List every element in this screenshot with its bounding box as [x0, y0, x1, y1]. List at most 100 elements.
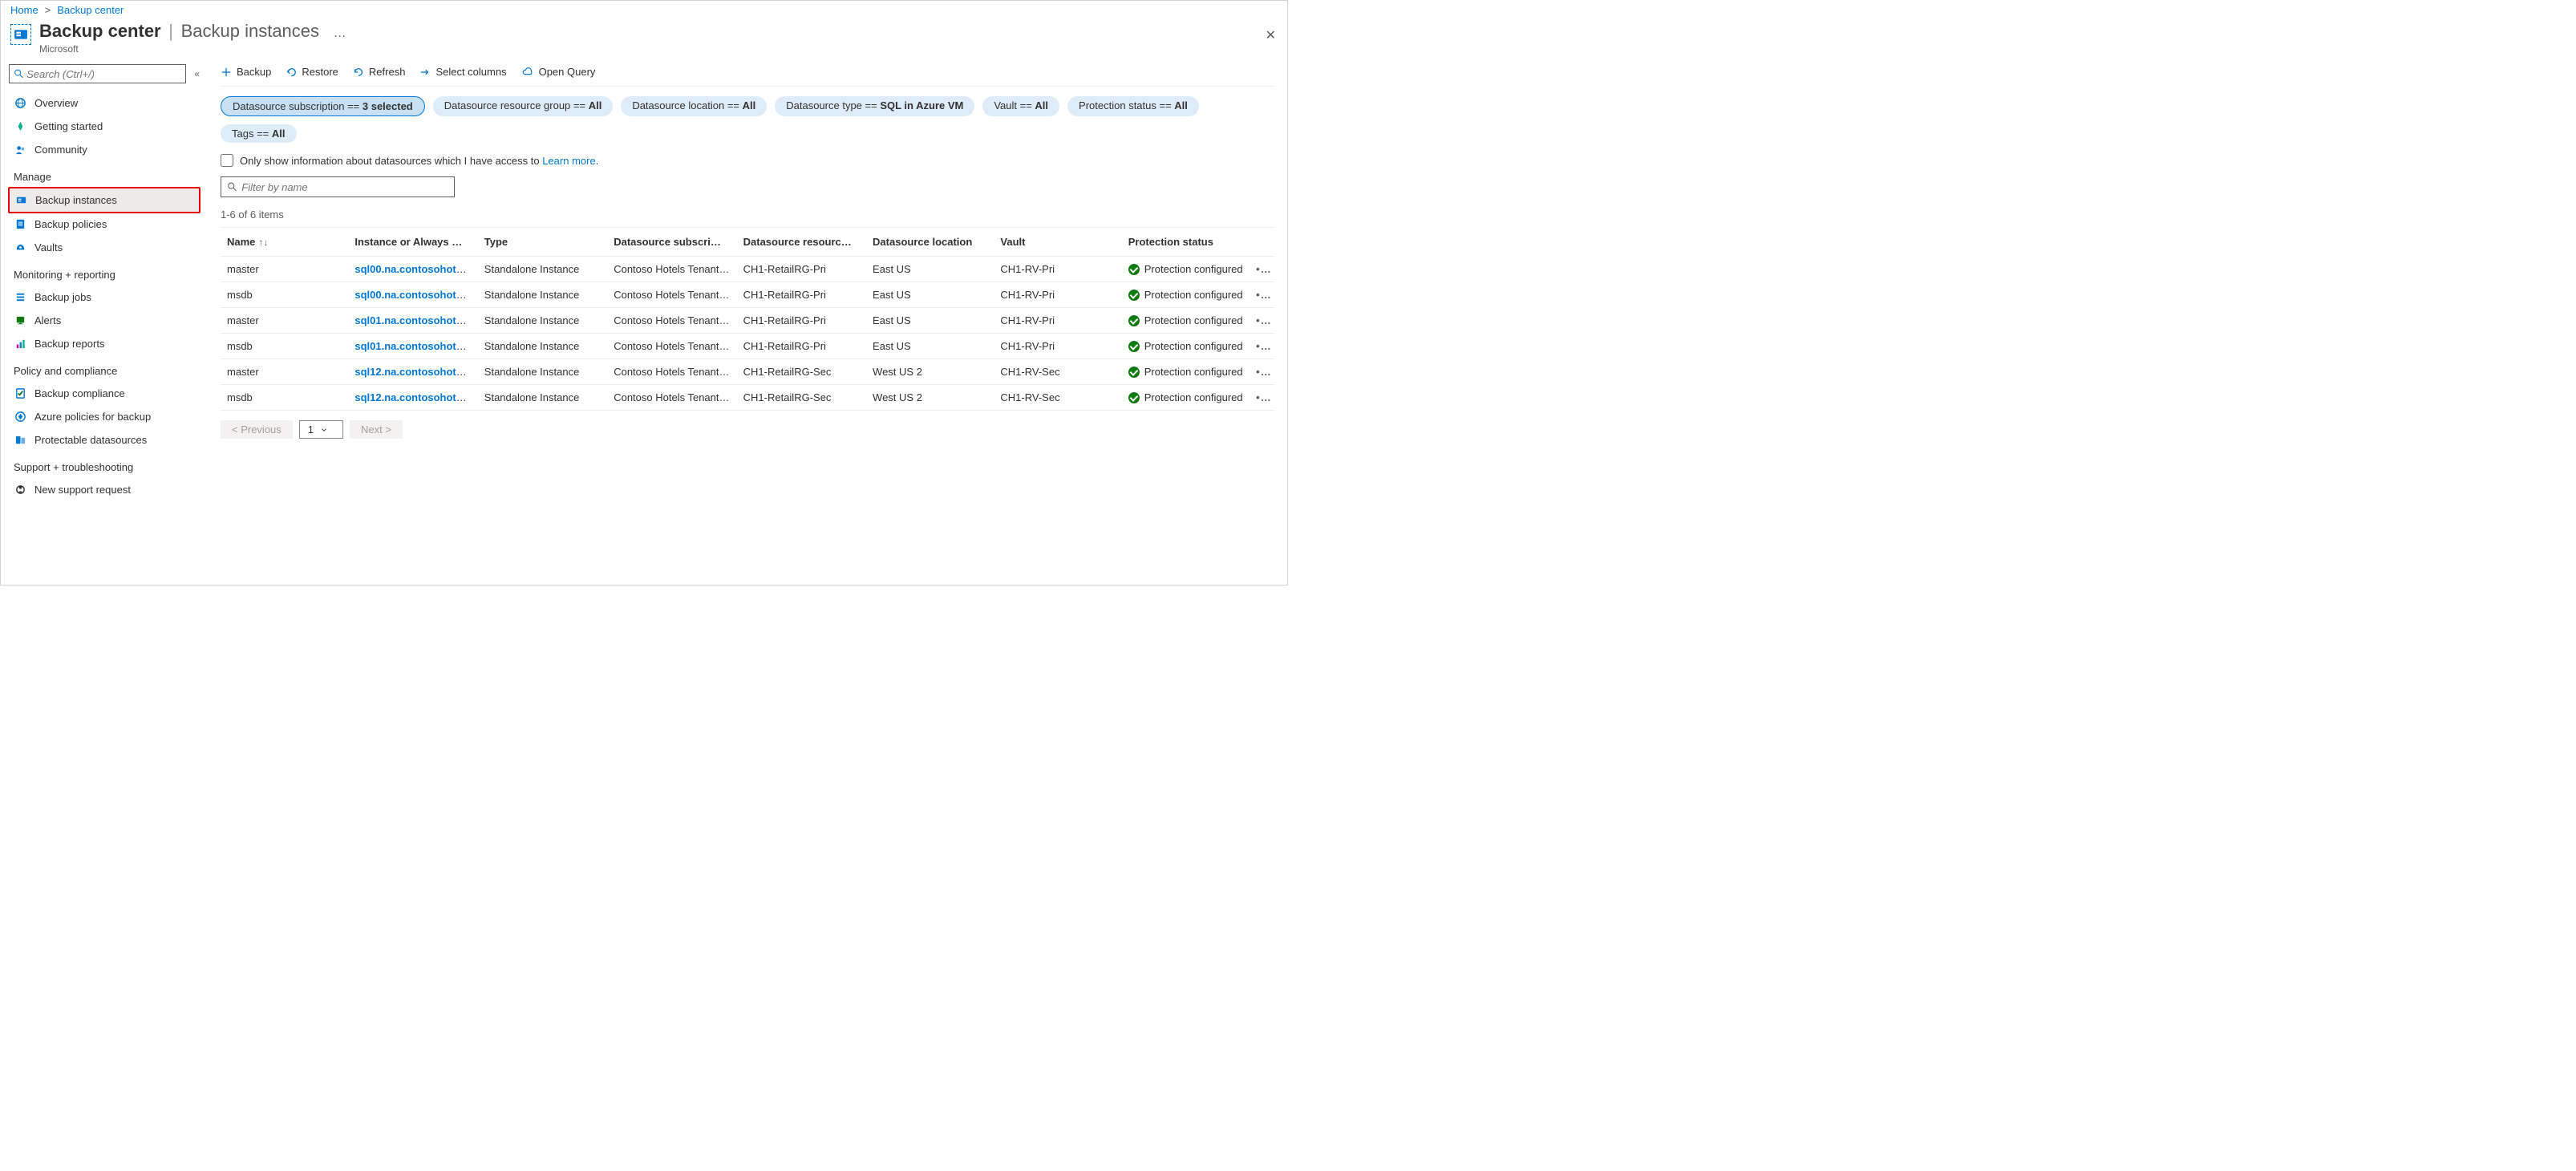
instance-link[interactable]: sql00.na.contosohotels… — [354, 289, 477, 301]
name-filter-input[interactable] — [241, 181, 448, 193]
col-header[interactable]: Datasource resourc… — [737, 228, 866, 257]
sidebar-search-input[interactable] — [26, 68, 180, 80]
table-row[interactable]: mastersql01.na.contosohotels…Standalone … — [221, 308, 1274, 334]
instance-link[interactable]: sql12.na.contosohotels… — [354, 366, 477, 378]
filter-pill[interactable]: Protection status == All — [1067, 96, 1199, 116]
cell-status: Protection configured — [1122, 308, 1250, 334]
nav-item-overview[interactable]: Overview — [9, 91, 200, 115]
success-icon — [1128, 367, 1140, 378]
col-header[interactable]: Instance or Always … — [348, 228, 477, 257]
col-header[interactable]: Protection status — [1122, 228, 1250, 257]
nav-item-vaults[interactable]: Vaults — [9, 236, 200, 259]
cell-rg: CH1-RetailRG-Pri — [737, 308, 866, 334]
cell-status: Protection configured — [1122, 334, 1250, 359]
nav-item-backup-reports[interactable]: Backup reports — [9, 332, 200, 355]
filter-pill[interactable]: Datasource subscription == 3 selected — [221, 96, 425, 116]
row-menu[interactable]: ••• — [1250, 308, 1274, 334]
search-icon — [228, 182, 237, 192]
columns-button[interactable]: Select columns — [419, 66, 506, 78]
nav-item-backup-policies[interactable]: Backup policies — [9, 213, 200, 236]
cell-type: Standalone Instance — [478, 334, 607, 359]
success-icon — [1128, 392, 1140, 403]
sidebar-collapse[interactable]: « — [194, 68, 200, 79]
sidebar-search[interactable] — [9, 64, 186, 83]
instance-link[interactable]: sql12.na.contosohotels… — [354, 391, 477, 403]
refresh-button[interactable]: Refresh — [353, 66, 406, 78]
cell-sub: Contoso Hotels Tenant -… — [607, 385, 736, 411]
backup-label: Backup — [237, 66, 271, 78]
nav-item-new-support-request[interactable]: New support request — [9, 478, 200, 501]
nav-label: Protectable datasources — [34, 434, 147, 446]
row-menu[interactable]: ••• — [1250, 257, 1274, 282]
table-row[interactable]: msdb sql01.na.contosohotels…Standalone In… — [221, 334, 1274, 359]
nav-item-backup-instances[interactable]: Backup instances — [8, 187, 200, 213]
cell-vault: CH1-RV-Pri — [994, 257, 1121, 282]
name-filter[interactable] — [221, 176, 455, 197]
filters: Datasource subscription == 3 selected Dat… — [221, 87, 1274, 149]
col-header[interactable]: Name↑↓ — [221, 228, 348, 257]
next-button[interactable]: Next > — [350, 420, 403, 439]
nav-item-protectable-datasources[interactable]: Protectable datasources — [9, 428, 200, 452]
page-number: 1 — [308, 423, 314, 436]
cell-instance: sql01.na.contosohotels… — [348, 334, 477, 359]
cell-sub: Contoso Hotels Tenant -… — [607, 257, 736, 282]
col-header[interactable]: Type — [478, 228, 607, 257]
row-menu[interactable]: ••• — [1250, 282, 1274, 308]
protectable-icon — [14, 434, 26, 446]
breadcrumb-home[interactable]: Home — [10, 4, 38, 16]
filter-pill[interactable]: Datasource resource group == All — [433, 96, 614, 116]
learn-more-link[interactable]: Learn more — [542, 155, 595, 167]
table-row[interactable]: msdbsql12.na.contosohotels…Standalone In… — [221, 385, 1274, 411]
cell-rg: CH1-RetailRG-Pri — [737, 257, 866, 282]
cell-loc: West US 2 — [866, 385, 994, 411]
cell-name: msdb — [221, 334, 348, 359]
nav-item-backup-jobs[interactable]: Backup jobs — [9, 286, 200, 309]
cell-vault: CH1-RV-Sec — [994, 359, 1121, 385]
query-button[interactable]: Open Query — [521, 66, 596, 78]
globe-icon — [14, 97, 26, 109]
breadcrumb-current[interactable]: Backup center — [57, 4, 124, 16]
instance-icon — [14, 194, 27, 206]
cell-instance: sql00.na.contosohotels… — [348, 257, 477, 282]
cell-name: master — [221, 359, 348, 385]
page-select[interactable]: 1 — [299, 420, 343, 439]
page-subtitle: Backup instances — [181, 21, 319, 41]
row-menu[interactable]: ••• — [1250, 359, 1274, 385]
cell-name: master — [221, 308, 348, 334]
instance-link[interactable]: sql00.na.contosohotels… — [354, 263, 477, 275]
cell-type: Standalone Instance — [478, 282, 607, 308]
breadcrumb-sep: > — [45, 4, 51, 16]
filter-pill[interactable]: Tags == All — [221, 124, 297, 143]
success-icon — [1128, 315, 1140, 326]
restore-label: Restore — [302, 66, 338, 78]
nav-item-backup-compliance[interactable]: Backup compliance — [9, 382, 200, 405]
instance-link[interactable]: sql01.na.contosohotels… — [354, 314, 477, 326]
col-header[interactable]: Datasource subscri… — [607, 228, 736, 257]
restore-button[interactable]: Restore — [286, 66, 338, 78]
access-checkbox[interactable] — [221, 154, 233, 167]
instance-link[interactable]: sql01.na.contosohotels… — [354, 340, 477, 352]
access-label: Only show information about datasources … — [240, 155, 598, 167]
col-header[interactable]: Vault — [994, 228, 1121, 257]
table-row[interactable]: msdbsql00.na.contosohotels…Standalone In… — [221, 282, 1274, 308]
row-menu[interactable]: ••• — [1250, 334, 1274, 359]
nav-item-community[interactable]: Community — [9, 138, 200, 161]
filter-pill[interactable]: Datasource type == SQL in Azure VM — [775, 96, 974, 116]
close-button[interactable]: ✕ — [1266, 27, 1276, 43]
cell-status: Protection configured — [1122, 385, 1250, 411]
backup-button[interactable]: Backup — [221, 66, 271, 78]
row-menu[interactable]: ••• — [1250, 385, 1274, 411]
filter-pill[interactable]: Datasource location == All — [621, 96, 767, 116]
prev-button[interactable]: < Previous — [221, 420, 293, 439]
nav-item-alerts[interactable]: Alerts — [9, 309, 200, 332]
nav-group-support: Support + troubleshooting — [9, 452, 200, 478]
table-row[interactable]: mastersql00.na.contosohotels…Standalone … — [221, 257, 1274, 282]
success-icon — [1128, 264, 1140, 275]
nav-item-getting-started[interactable]: Getting started — [9, 115, 200, 138]
col-header[interactable]: Datasource location — [866, 228, 994, 257]
filter-pill[interactable]: Vault == All — [982, 96, 1059, 116]
instances-table: Name↑↓Instance or Always …TypeDatasource… — [221, 227, 1274, 411]
nav-item-azure-policies-for-backup[interactable]: Azure policies for backup — [9, 405, 200, 428]
title-more[interactable]: … — [334, 26, 346, 40]
table-row[interactable]: mastersql12.na.contosohotels…Standalone … — [221, 359, 1274, 385]
